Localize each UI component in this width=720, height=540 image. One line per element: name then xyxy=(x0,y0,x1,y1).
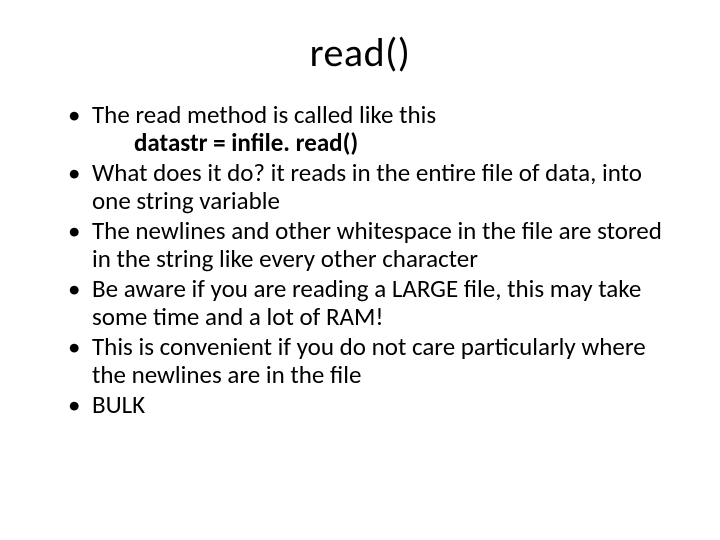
bullet-text: The newlines and other whitespace in the… xyxy=(92,215,662,274)
slide: read() The read method is called like th… xyxy=(0,0,720,540)
list-item: What does it do? it reads in the entire … xyxy=(68,159,668,215)
bullet-text: The read method is called like this xyxy=(92,99,436,130)
list-item: BULK xyxy=(68,391,668,419)
bullet-list: The read method is called like this data… xyxy=(40,101,680,419)
bullet-text: Be aware if you are reading a LARGE file… xyxy=(92,273,641,332)
list-item: This is convenient if you do not care pa… xyxy=(68,333,668,389)
bullet-text: What does it do? it reads in the entire … xyxy=(92,157,642,216)
list-item: The newlines and other whitespace in the… xyxy=(68,217,668,273)
bullet-text: BULK xyxy=(92,389,145,420)
list-item: The read method is called like this data… xyxy=(68,101,668,157)
slide-title: read() xyxy=(40,28,680,77)
bullet-text: This is convenient if you do not care pa… xyxy=(92,331,646,390)
bullet-subtext: datastr = infile. read() xyxy=(92,129,668,157)
list-item: Be aware if you are reading a LARGE file… xyxy=(68,275,668,331)
